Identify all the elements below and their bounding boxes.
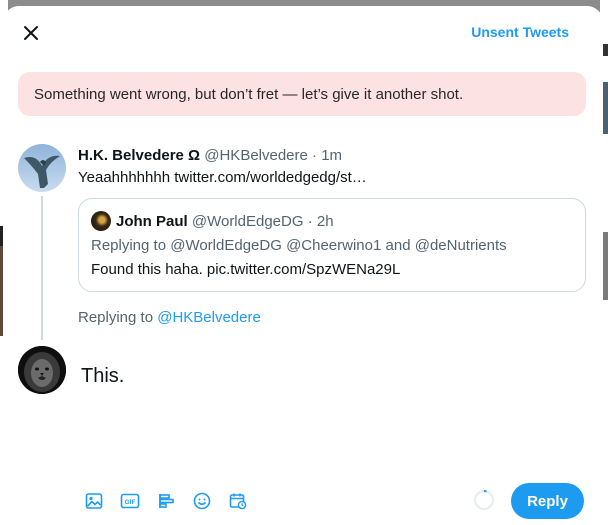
reply-button[interactable]: Reply [511,483,584,519]
poll-button[interactable] [148,486,184,516]
mention-link[interactable]: @Cheerwino1 [286,237,381,254]
quoted-author-name: John Paul [116,213,188,230]
tweet-header: H.K. Belvedere Ω @HKBelvedere · 1m [78,147,342,164]
poll-icon [159,494,174,508]
close-icon [24,26,38,40]
mention-link[interactable]: @WorldEdgeDG [170,237,282,254]
media-button[interactable] [76,486,112,516]
reply-text-input[interactable]: This. [81,365,124,388]
schedule-icon [229,493,247,510]
author-handle[interactable]: @HKBelvedere [204,147,308,164]
svg-text:GIF: GIF [125,499,136,506]
emoji-icon [193,492,211,510]
user-avatar[interactable] [18,346,66,394]
author-name[interactable]: H.K. Belvedere Ω [78,147,200,164]
mention-link[interactable]: @deNutrients [415,237,507,254]
quoted-tweet-time: 2h [316,213,334,230]
replying-to: Replying to @HKBelvedere [78,309,261,326]
avatar[interactable] [18,144,66,192]
schedule-button[interactable] [220,486,256,516]
close-button[interactable] [15,17,47,49]
quoted-avatar [91,211,111,231]
gif-icon: GIF [120,493,140,509]
thread-line [41,196,43,340]
quoted-tweet-card[interactable]: John Paul @WorldEdgeDG · 2h Replying to … [78,198,586,292]
replying-to-handle[interactable]: @HKBelvedere [157,309,261,326]
emoji-button[interactable] [184,486,220,516]
separator-dot: · [303,213,317,230]
tweet-time[interactable]: 1m [321,147,342,164]
error-message: Something went wrong, but don’t fret — l… [34,85,464,103]
quoted-author-handle: @WorldEdgeDG [191,213,304,230]
quoted-replying-to: Replying to @WorldEdgeDG @Cheerwino1 and… [91,237,507,254]
bird-statue-avatar-image [18,144,66,192]
compose-toolbar: GIF [76,486,256,516]
separator-dot: · [307,147,322,164]
gif-button[interactable]: GIF [112,486,148,516]
quoted-tweet-text: Found this haha. pic.twitter.com/SpzWENa… [91,261,401,278]
unsent-tweets-button[interactable]: Unsent Tweets [471,24,569,40]
tweet-text: Yeaahhhhhhh twitter.com/worldedgedg/st… [78,169,367,186]
lion-avatar-image [18,346,66,394]
character-count-ring [474,490,494,510]
modal-header: Unsent Tweets [3,6,603,59]
image-icon [85,493,103,509]
reply-modal: Unsent Tweets Something went wrong, but … [3,6,603,525]
error-banner: Something went wrong, but don’t fret — l… [18,72,586,116]
quoted-tweet-header: John Paul @WorldEdgeDG · 2h [116,213,334,230]
